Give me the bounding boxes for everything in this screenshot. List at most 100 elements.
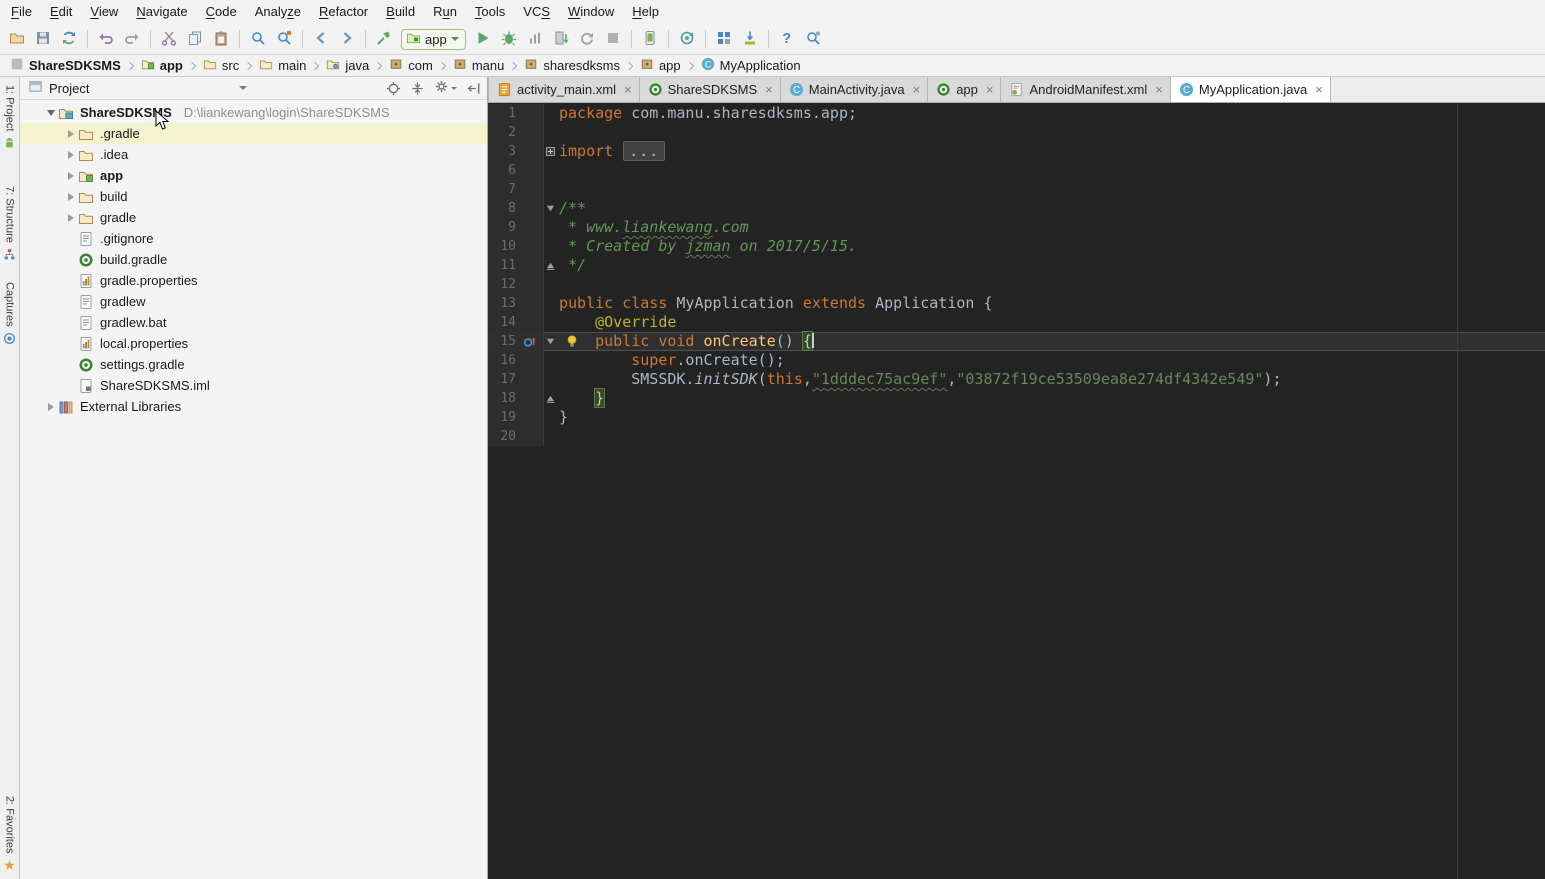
tree-item-app[interactable]: app — [20, 165, 487, 186]
attach-button[interactable] — [548, 27, 574, 51]
override-icon[interactable] — [516, 332, 542, 351]
menu-navigate[interactable]: Navigate — [127, 0, 196, 24]
breadcrumb-src[interactable]: src — [201, 57, 241, 74]
gradle-sync-button[interactable] — [674, 27, 700, 51]
fold-marker-icon[interactable] — [544, 256, 557, 275]
run-button[interactable] — [470, 27, 496, 51]
menu-view[interactable]: View — [81, 0, 127, 24]
tree-item-.gitignore[interactable]: .gitignore — [20, 228, 487, 249]
menu-refactor[interactable]: Refactor — [310, 0, 377, 24]
code-line-15[interactable]: 15 public void onCreate() { — [488, 331, 1545, 351]
fold-marker-icon[interactable] — [544, 332, 557, 351]
menu-tools[interactable]: Tools — [466, 0, 514, 24]
code-line-13[interactable]: 13 public class MyApplication extends Ap… — [488, 294, 1545, 313]
menu-edit[interactable]: Edit — [41, 0, 81, 24]
tree-item-.gradle[interactable]: .gradle — [20, 123, 487, 144]
avd-manager-button[interactable] — [637, 27, 663, 51]
menu-build[interactable]: Build — [377, 0, 424, 24]
sync-button[interactable] — [56, 27, 82, 51]
fold-marker-icon[interactable] — [544, 199, 557, 218]
breadcrumb-java[interactable]: java — [324, 57, 371, 74]
editor-tab-myapplication.java[interactable]: C MyApplication.java × — [1170, 77, 1331, 102]
close-icon[interactable]: × — [624, 82, 632, 97]
tree-item-sharesdksms.iml[interactable]: ShareSDKSMS.iml — [20, 375, 487, 396]
editor-tab-sharesdksms[interactable]: ShareSDKSMS × — [639, 77, 781, 102]
tree-item-external-libraries[interactable]: External Libraries — [20, 396, 487, 417]
menu-help[interactable]: Help — [623, 0, 668, 24]
help-button[interactable]: ? — [774, 27, 800, 51]
breadcrumb-manu[interactable]: manu — [451, 57, 507, 74]
sdk-manager-button[interactable] — [737, 27, 763, 51]
breadcrumb-app[interactable]: app — [139, 57, 185, 74]
breadcrumb-main[interactable]: main — [257, 57, 308, 74]
code-line-17[interactable]: 17 SMSSDK.initSDK(this,"1dddec75ac9ef","… — [488, 370, 1545, 389]
code-line-8[interactable]: 8 /** — [488, 199, 1545, 218]
code-line-16[interactable]: 16 super.onCreate(); — [488, 351, 1545, 370]
code-line-7[interactable]: 7 — [488, 180, 1545, 199]
tool-stripe-captures[interactable]: Captures — [3, 282, 16, 348]
rerun-button[interactable] — [574, 27, 600, 51]
open-button[interactable] — [4, 27, 30, 51]
tree-item-local.properties[interactable]: local.properties — [20, 333, 487, 354]
code-line-14[interactable]: 14 @Override — [488, 313, 1545, 332]
breadcrumb-myapplication[interactable]: C MyApplication — [699, 57, 803, 74]
forward-button[interactable] — [334, 27, 360, 51]
code-line-3[interactable]: 3 import... — [488, 141, 1545, 161]
project-structure-button[interactable] — [711, 27, 737, 51]
code-line-2[interactable]: 2 — [488, 123, 1545, 142]
save-button[interactable] — [30, 27, 56, 51]
code-line-10[interactable]: 10 * Created by jzman on 2017/5/15. — [488, 237, 1545, 256]
code-line-1[interactable]: 1 package com.manu.sharesdksms.app; — [488, 104, 1545, 123]
code-line-20[interactable]: 20 — [488, 427, 1545, 446]
breadcrumb-com[interactable]: com — [387, 57, 435, 74]
debug-button[interactable] — [496, 27, 522, 51]
editor-tab-app[interactable]: app × — [928, 77, 1002, 102]
tree-item-build[interactable]: build — [20, 186, 487, 207]
locate-button[interactable] — [386, 81, 401, 96]
back-button[interactable] — [308, 27, 334, 51]
coverage-button[interactable] — [522, 27, 548, 51]
code-line-9[interactable]: 9 * www.liankewang.com — [488, 218, 1545, 237]
close-icon[interactable]: × — [1155, 82, 1163, 97]
close-icon[interactable]: × — [913, 82, 921, 97]
hide-panel-button[interactable] — [466, 81, 481, 96]
tree-item-settings.gradle[interactable]: settings.gradle — [20, 354, 487, 375]
close-icon[interactable]: × — [986, 82, 994, 97]
editor-tab-activity_main.xml[interactable]: activity_main.xml × — [488, 77, 640, 102]
copy-button[interactable] — [182, 27, 208, 51]
fold-marker-icon[interactable] — [544, 389, 557, 408]
tree-item-gradle.properties[interactable]: gradle.properties — [20, 270, 487, 291]
tree-arrow-icon[interactable] — [64, 171, 78, 180]
menu-vcs[interactable]: VCS — [514, 0, 559, 24]
code-line-6[interactable]: 6 — [488, 161, 1545, 180]
tree-arrow-icon[interactable] — [64, 129, 78, 138]
tree-item-sharesdksms[interactable]: ShareSDKSMS D:\liankewang\login\ShareSDK… — [20, 102, 487, 123]
menu-code[interactable]: Code — [197, 0, 246, 24]
menu-analyze[interactable]: Analyze — [246, 0, 310, 24]
close-icon[interactable]: × — [765, 82, 773, 97]
tree-arrow-icon[interactable] — [44, 402, 58, 411]
tool-stripe-project[interactable]: 1: Project — [3, 85, 16, 152]
view-combo-arrow-icon[interactable] — [239, 86, 248, 90]
menu-run[interactable]: Run — [424, 0, 466, 24]
redo-button[interactable] — [119, 27, 145, 51]
fold-marker-icon[interactable] — [544, 142, 557, 161]
tree-arrow-icon[interactable] — [64, 213, 78, 222]
tree-arrow-icon[interactable] — [64, 150, 78, 159]
menu-file[interactable]: File — [2, 0, 41, 24]
run-config-combo[interactable]: app — [401, 28, 466, 50]
stop-button[interactable] — [600, 27, 626, 51]
cut-button[interactable] — [156, 27, 182, 51]
build-button[interactable] — [371, 27, 397, 51]
code-line-12[interactable]: 12 — [488, 275, 1545, 294]
breadcrumb-sharesdksms[interactable]: ShareSDKSMS — [8, 57, 123, 74]
collapse-all-button[interactable] — [410, 81, 425, 96]
close-icon[interactable]: × — [1315, 82, 1323, 97]
project-panel-title[interactable]: Project — [49, 81, 89, 96]
tree-item-build.gradle[interactable]: build.gradle — [20, 249, 487, 270]
tree-item-gradlew.bat[interactable]: gradlew.bat — [20, 312, 487, 333]
tool-stripe-structure[interactable]: 7: Structure — [3, 186, 16, 264]
gear-button[interactable] — [434, 79, 457, 97]
tree-item-gradle[interactable]: gradle — [20, 207, 487, 228]
tool-stripe-favorites[interactable]: 2: Favorites ★ — [3, 796, 16, 873]
